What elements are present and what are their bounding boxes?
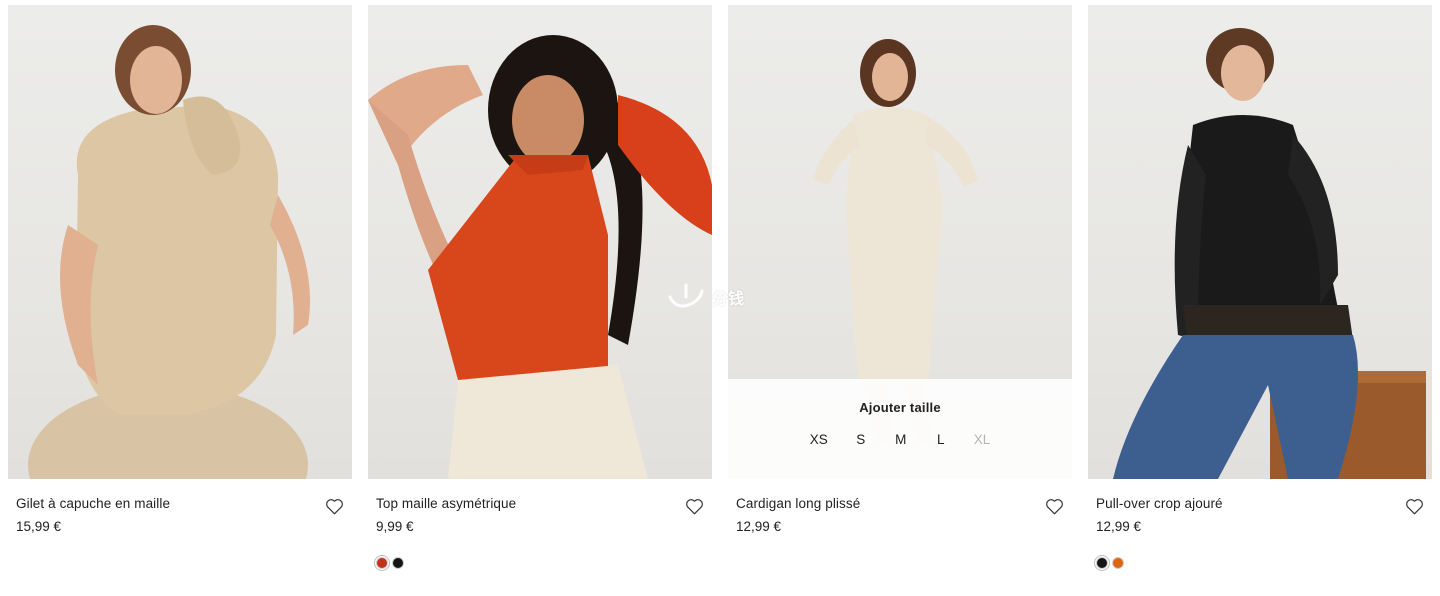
product-price: 15,99 € bbox=[16, 519, 62, 534]
size-options: XS S M L XL bbox=[728, 432, 1072, 447]
product-name[interactable]: Cardigan long plissé bbox=[736, 496, 1064, 512]
product-grid: Gilet à capuche en maille 15,99 € Top ma bbox=[8, 5, 1432, 596]
product-photo-illustration bbox=[368, 35, 712, 479]
product-card: Pull-over crop ajouré 12,99 € bbox=[1088, 5, 1432, 596]
product-price: 12,99 € bbox=[1096, 519, 1142, 534]
product-price: 9,99 € bbox=[376, 519, 414, 534]
size-option-xl: XL bbox=[973, 432, 991, 447]
heart-outline-icon[interactable] bbox=[684, 496, 704, 516]
color-swatches bbox=[1096, 557, 1424, 569]
color-swatch[interactable] bbox=[376, 557, 388, 569]
size-option-m[interactable]: M bbox=[894, 432, 908, 447]
product-info: Gilet à capuche en maille 15,99 € bbox=[8, 479, 352, 596]
product-photo-illustration bbox=[28, 25, 310, 479]
product-photo-illustration bbox=[1113, 28, 1426, 479]
add-size-title: Ajouter taille bbox=[859, 400, 941, 415]
color-swatch[interactable] bbox=[1112, 557, 1124, 569]
product-image[interactable] bbox=[368, 5, 712, 479]
product-price: 12,99 € bbox=[736, 519, 782, 534]
size-option-xs[interactable]: XS bbox=[810, 432, 828, 447]
product-card: Ajouter taille XS S M L XL Cardigan long… bbox=[728, 5, 1072, 596]
color-swatch[interactable] bbox=[1096, 557, 1108, 569]
product-name[interactable]: Gilet à capuche en maille bbox=[16, 496, 344, 512]
product-card: Gilet à capuche en maille 15,99 € bbox=[8, 5, 352, 596]
product-card: Top maille asymétrique 9,99 € bbox=[368, 5, 712, 596]
add-size-panel: Ajouter taille XS S M L XL bbox=[728, 379, 1072, 479]
product-image[interactable]: Ajouter taille XS S M L XL bbox=[728, 5, 1072, 479]
product-image[interactable] bbox=[1088, 5, 1432, 479]
size-option-s[interactable]: S bbox=[854, 432, 868, 447]
product-info: Cardigan long plissé 12,99 € bbox=[728, 479, 1072, 596]
color-swatch[interactable] bbox=[392, 557, 404, 569]
heart-outline-icon[interactable] bbox=[324, 496, 344, 516]
product-image[interactable] bbox=[8, 5, 352, 479]
product-info: Top maille asymétrique 9,99 € bbox=[368, 479, 712, 596]
product-name[interactable]: Top maille asymétrique bbox=[376, 496, 704, 512]
heart-outline-icon[interactable] bbox=[1044, 496, 1064, 516]
color-swatches bbox=[376, 557, 704, 569]
heart-outline-icon[interactable] bbox=[1404, 496, 1424, 516]
product-name[interactable]: Pull-over crop ajouré bbox=[1096, 496, 1424, 512]
size-option-l[interactable]: L bbox=[934, 432, 948, 447]
product-info: Pull-over crop ajouré 12,99 € bbox=[1088, 479, 1432, 596]
